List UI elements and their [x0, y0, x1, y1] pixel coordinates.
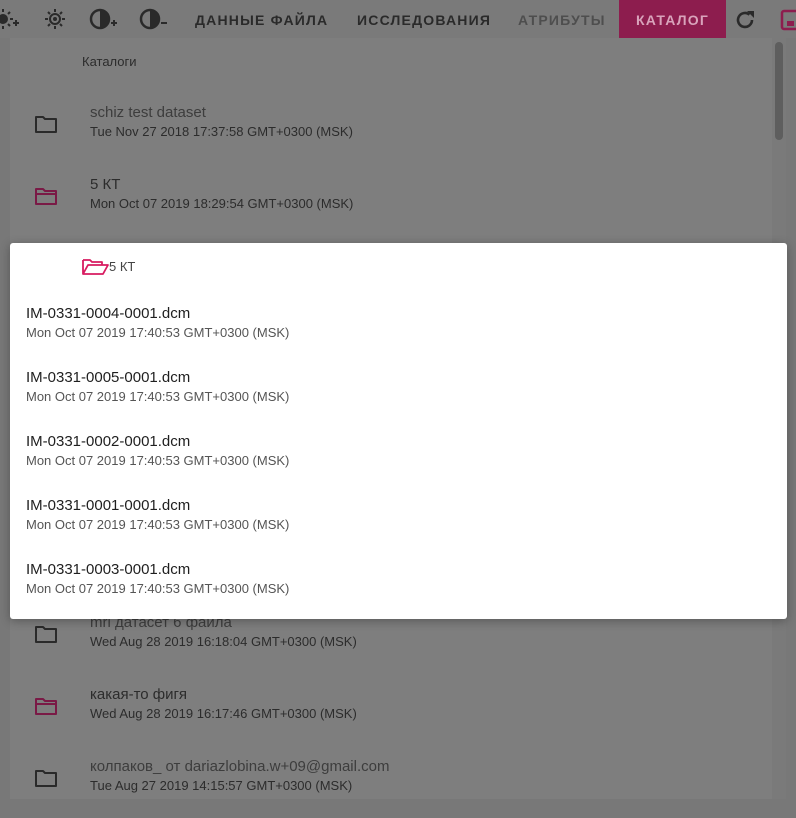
file-name: IM-0331-0002-0001.dcm [26, 433, 191, 450]
folder-icon [34, 186, 58, 206]
file-name: IM-0331-0001-0001.dcm [26, 497, 191, 514]
folder-icon [34, 768, 58, 788]
brightness-icon[interactable] [44, 8, 66, 30]
catalog-item-name: колпаков_ от dariazlobina.w+09@gmail.com [90, 758, 390, 775]
file-date: Mon Oct 07 2019 17:40:53 GMT+0300 (MSK) [26, 325, 290, 340]
tab-attributes[interactable]: АТРИБУТЫ [518, 0, 606, 38]
catalog-item-date: Mon Oct 07 2019 18:29:54 GMT+0300 (MSK) [90, 196, 354, 211]
file-date: Mon Oct 07 2019 17:40:53 GMT+0300 (MSK) [26, 453, 290, 468]
tab-studies[interactable]: ИССЛЕДОВАНИЯ [357, 0, 491, 38]
catalog-item-name: schiz test dataset [90, 104, 206, 121]
catalog-item[interactable]: колпаков_ от dariazlobina.w+09@gmail.com… [10, 754, 772, 818]
save-icon[interactable] [780, 9, 796, 31]
catalog-item-date: Wed Aug 28 2019 16:17:46 GMT+0300 (MSK) [90, 706, 357, 721]
folder-icon [34, 696, 58, 716]
file-name: IM-0331-0004-0001.dcm [26, 305, 191, 322]
file-name: IM-0331-0003-0001.dcm [26, 561, 191, 578]
catalog-item[interactable]: schiz test dataset Tue Nov 27 2018 17:37… [10, 100, 772, 164]
tab-catalog[interactable]: КАТАЛОГ [619, 0, 726, 38]
file-date: Mon Oct 07 2019 17:40:53 GMT+0300 (MSK) [26, 517, 290, 532]
catalog-title: Каталоги [82, 54, 137, 69]
folder-icon [34, 624, 58, 644]
file-date: Mon Oct 07 2019 17:40:53 GMT+0300 (MSK) [26, 389, 290, 404]
catalog-item-date: Tue Nov 27 2018 17:37:58 GMT+0300 (MSK) [90, 124, 353, 139]
file-item[interactable]: IM-0331-0003-0001.dcm Mon Oct 07 2019 17… [10, 561, 787, 617]
scrollbar-thumb[interactable] [775, 42, 783, 140]
folder-icon [34, 114, 58, 134]
folder-contents-popup: 5 КТ IM-0331-0004-0001.dcm Mon Oct 07 20… [10, 243, 787, 619]
file-name: IM-0331-0005-0001.dcm [26, 369, 191, 386]
catalog-item[interactable]: какая-то фигя Wed Aug 28 2019 16:17:46 G… [10, 682, 772, 746]
refresh-icon[interactable] [734, 9, 756, 31]
catalog-item[interactable]: 5 КТ Mon Oct 07 2019 18:29:54 GMT+0300 (… [10, 172, 772, 236]
catalog-item-date: Wed Aug 28 2019 16:18:04 GMT+0300 (MSK) [90, 634, 357, 649]
popup-folder-name: 5 КТ [109, 259, 136, 274]
catalog-item-name: 5 КТ [90, 176, 121, 193]
file-item[interactable]: IM-0331-0002-0001.dcm Mon Oct 07 2019 17… [10, 433, 787, 489]
top-toolbar: ДАННЫЕ ФАЙЛА ИССЛЕДОВАНИЯ АТРИБУТЫ КАТАЛ… [0, 0, 796, 38]
catalog-item-name: какая-то фигя [90, 686, 187, 703]
contrast-up-icon[interactable] [89, 8, 117, 30]
catalog-item-date: Tue Aug 27 2019 14:15:57 GMT+0300 (MSK) [90, 778, 353, 793]
file-item[interactable]: IM-0331-0004-0001.dcm Mon Oct 07 2019 17… [10, 305, 787, 361]
file-date: Mon Oct 07 2019 17:40:53 GMT+0300 (MSK) [26, 581, 290, 596]
folder-open-icon [82, 259, 109, 275]
file-item[interactable]: IM-0331-0005-0001.dcm Mon Oct 07 2019 17… [10, 369, 787, 425]
tab-file-data[interactable]: ДАННЫЕ ФАЙЛА [195, 0, 328, 38]
catalog-item[interactable]: mri датасет 6 файла Wed Aug 28 2019 16:1… [10, 610, 772, 674]
file-item[interactable]: IM-0331-0001-0001.dcm Mon Oct 07 2019 17… [10, 497, 787, 553]
contrast-down-icon[interactable] [139, 8, 167, 30]
brightness-up-icon[interactable] [0, 8, 19, 30]
